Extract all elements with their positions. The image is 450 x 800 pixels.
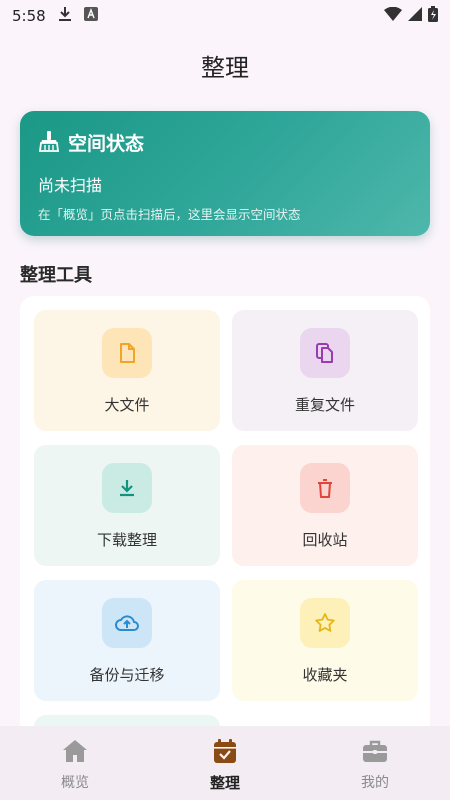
space-card-description: 在「概览」页点击扫描后，这里会显示空间状态	[38, 207, 301, 222]
wifi-icon	[384, 6, 402, 25]
space-status-card[interactable]: 空间状态 尚未扫描 在「概览」页点击扫描后，这里会显示空间状态	[20, 111, 430, 236]
space-card-status: 尚未扫描	[38, 176, 103, 195]
trash-icon	[300, 463, 350, 513]
signal-icon	[408, 7, 422, 25]
space-card-header: 空间状态	[38, 129, 412, 156]
nav-label: 概览	[61, 775, 89, 791]
battery-icon	[428, 6, 438, 26]
status-time: 5:58	[12, 7, 46, 25]
home-icon	[61, 738, 89, 768]
status-bar: 5:58	[0, 0, 450, 32]
bottom-nav: 概览 整理 我的	[0, 726, 450, 800]
tool-label: 回收站	[302, 531, 348, 549]
tool-label: 大文件	[104, 396, 150, 414]
tools-grid: 大文件 重复文件 下载整理 回收站 备份与迁移 收藏夹	[34, 310, 418, 736]
status-left: 5:58	[12, 6, 98, 26]
space-card-title: 空间状态	[68, 133, 145, 155]
a-letter-icon	[83, 7, 98, 25]
tool-duplicate-files[interactable]: 重复文件	[232, 310, 418, 431]
tool-large-files[interactable]: 大文件	[34, 310, 220, 431]
nav-label: 整理	[209, 774, 240, 792]
status-right	[384, 6, 438, 26]
tool-label: 下载整理	[96, 531, 157, 549]
tool-label: 重复文件	[294, 396, 355, 414]
nav-item-overview[interactable]: 概览	[0, 726, 150, 800]
download-icon	[58, 6, 72, 26]
nav-item-organize[interactable]: 整理	[150, 726, 300, 800]
calendar-check-icon	[211, 738, 239, 768]
broom-icon	[38, 130, 60, 156]
download-icon	[102, 463, 152, 513]
tools-panel: 大文件 重复文件 下载整理 回收站 备份与迁移 收藏夹	[20, 296, 430, 736]
tool-download-organize[interactable]: 下载整理	[34, 445, 220, 566]
nav-item-mine[interactable]: 我的	[300, 726, 450, 800]
tool-label: 备份与迁移	[89, 666, 165, 684]
tool-backup-migrate[interactable]: 备份与迁移	[34, 580, 220, 701]
cloud-upload-icon	[102, 598, 152, 648]
tool-favorites[interactable]: 收藏夹	[232, 580, 418, 701]
page-title: 整理	[201, 54, 249, 82]
star-icon	[300, 598, 350, 648]
tool-label: 收藏夹	[302, 666, 348, 684]
briefcase-icon	[361, 738, 389, 768]
file-icon	[102, 328, 152, 378]
tools-section-title: 整理工具	[20, 265, 92, 286]
nav-label: 我的	[361, 775, 389, 791]
tool-recycle-bin[interactable]: 回收站	[232, 445, 418, 566]
copy-icon	[300, 328, 350, 378]
